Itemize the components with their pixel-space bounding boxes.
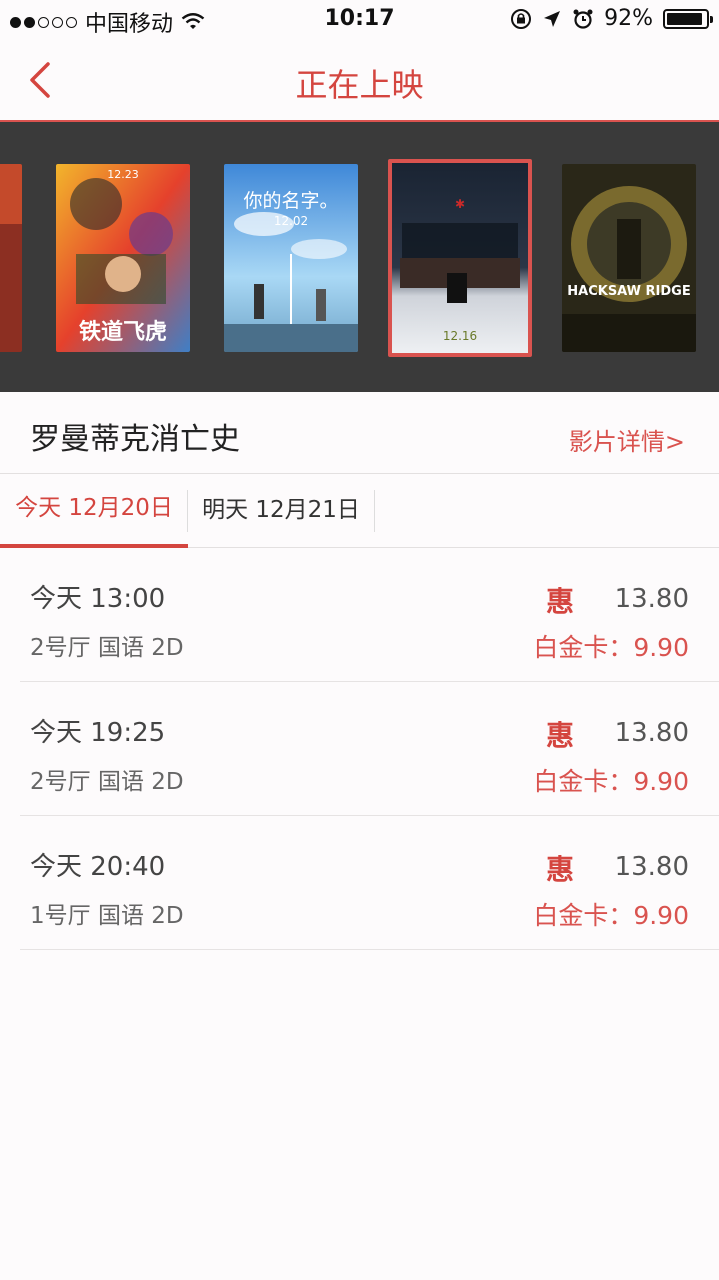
showtime-row[interactable]: 今天 20:40 1号厅 国语 2D 惠 13.80 白金卡：9.90 — [20, 816, 719, 950]
poster-your-name[interactable]: 你的名字。 12.02 — [224, 164, 358, 352]
showtime-row[interactable]: 今天 19:25 2号厅 国语 2D 惠 13.80 白金卡：9.90 — [20, 682, 719, 816]
showtime-hall: 2号厅 国语 2D — [30, 635, 184, 661]
vip-price: 白金卡：9.90 — [533, 901, 689, 930]
tab-today[interactable]: 今天 12月20日 — [0, 474, 188, 548]
vip-price: 白金卡：9.90 — [533, 767, 689, 796]
poster-date: 12.02 — [273, 214, 309, 228]
showtime-list: 今天 13:00 2号厅 国语 2D 惠 13.80 白金卡：9.90 今天 1… — [0, 548, 719, 950]
poster-carousel[interactable]: 12.23 铁道飞虎 你的名字。 12.02 ✱ 12.16 HACKSAW R… — [0, 122, 719, 392]
rotation-lock-icon — [511, 8, 532, 29]
poster-hacksaw-ridge[interactable]: HACKSAW RIDGE — [562, 164, 696, 352]
showtime-time: 今天 20:40 — [30, 852, 166, 882]
tab-divider — [374, 490, 375, 532]
alarm-icon — [573, 9, 593, 29]
showtime-price: 13.80 — [614, 852, 689, 882]
status-bar: 中国移动 10:17 92% — [0, 0, 719, 40]
discount-badge: 惠 — [545, 585, 574, 618]
battery-icon — [663, 8, 713, 29]
showtime-price: 13.80 — [614, 718, 689, 748]
discount-badge: 惠 — [545, 853, 574, 886]
page-title: 正在上映 — [295, 66, 424, 104]
movie-header: 罗曼蒂克消亡史 影片详情> — [0, 392, 719, 474]
poster-title: 你的名字。 — [243, 190, 339, 212]
poster-title: 铁道飞虎 — [78, 320, 167, 345]
poster-title: HACKSAW RIDGE — [567, 284, 691, 299]
battery-fill — [667, 12, 702, 25]
svg-text:✱: ✱ — [455, 197, 465, 211]
showtime-time: 今天 19:25 — [30, 718, 166, 748]
movie-title: 罗曼蒂克消亡史 — [30, 422, 240, 457]
tab-tomorrow[interactable]: 明天 12月21日 — [188, 474, 374, 548]
status-right: 92% — [510, 6, 713, 31]
nav-bar: 正在上映 — [0, 40, 719, 122]
poster-date: 12.23 — [107, 168, 139, 181]
showtime-hall: 2号厅 国语 2D — [30, 769, 184, 795]
date-tabs: 今天 12月20日 明天 12月21日 — [0, 474, 719, 548]
poster-railroad-tigers[interactable]: 12.23 铁道飞虎 — [56, 164, 190, 352]
showtime-price: 13.80 — [614, 584, 689, 614]
battery-percent: 92% — [604, 6, 653, 31]
poster-date: 12.16 — [442, 329, 478, 343]
discount-badge: 惠 — [545, 719, 574, 752]
showtime-hall: 1号厅 国语 2D — [30, 903, 184, 929]
poster-selected-movie[interactable]: ✱ 12.16 — [388, 159, 532, 357]
poster-partial[interactable] — [0, 164, 22, 352]
location-arrow-icon — [544, 10, 561, 27]
showtime-time: 今天 13:00 — [30, 584, 166, 614]
movie-detail-link[interactable]: 影片详情> — [569, 422, 685, 457]
showtime-row[interactable]: 今天 13:00 2号厅 国语 2D 惠 13.80 白金卡：9.90 — [20, 548, 719, 682]
vip-price: 白金卡：9.90 — [533, 633, 689, 662]
